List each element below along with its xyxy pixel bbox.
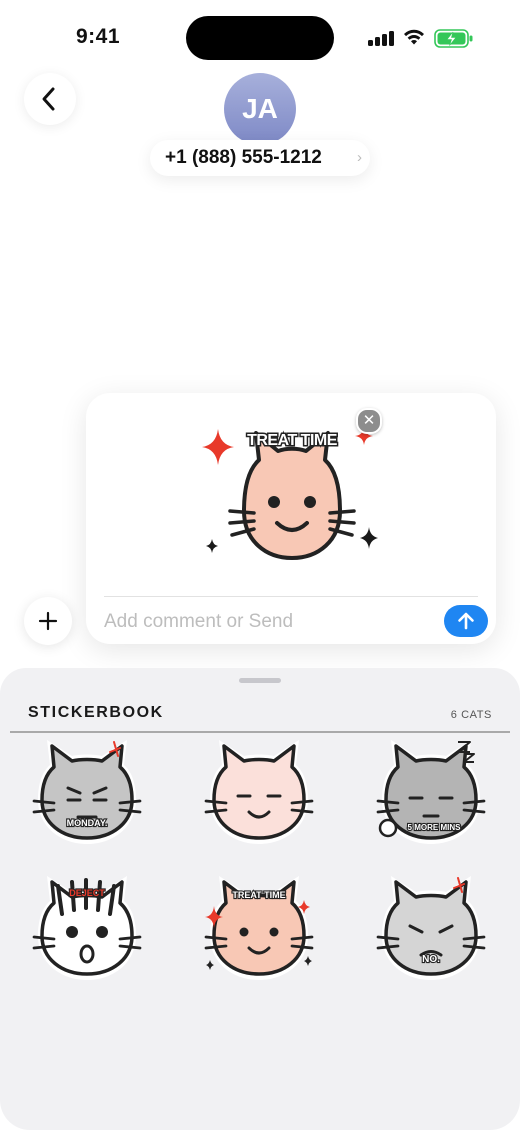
sheet-divider <box>10 731 510 733</box>
sticker-caption: DEJECT <box>69 888 105 898</box>
back-button[interactable] <box>24 73 76 125</box>
sticker-annoyed-cat[interactable]: NO. <box>372 876 492 988</box>
remove-sticker-button[interactable]: ✕ <box>356 408 382 434</box>
sticker-caption: TREAT TIME <box>247 432 338 449</box>
sticker-shocked-cat[interactable]: DEJECT <box>28 876 148 988</box>
sticker-caption: MONDAY. <box>67 818 108 828</box>
compose-card: TREAT TIME ✕ <box>86 393 496 644</box>
sticker-sheet: STICKERBOOK 6 CATS MONDAY. 5 MORE MINS DEJ… <box>0 668 520 1130</box>
close-icon: ✕ <box>362 412 376 429</box>
send-button[interactable] <box>444 605 488 637</box>
plus-icon <box>38 611 58 631</box>
chevron-right-icon: › <box>357 149 362 166</box>
compose-divider <box>104 596 478 597</box>
cat-sticker-icon <box>204 740 314 844</box>
cat-sticker-icon: TREAT TIME <box>204 876 314 980</box>
cat-sticker-icon: 5 MORE MINS <box>376 740 486 844</box>
cat-sticker-icon: NO. <box>376 876 486 980</box>
sparkle-icon <box>360 527 378 549</box>
sticker-grumpy-cat[interactable]: MONDAY. <box>28 740 148 852</box>
message-input[interactable] <box>104 607 424 637</box>
sheet-title: STICKERBOOK <box>28 704 164 721</box>
sticker-happy-cat[interactable]: TREAT TIME <box>200 876 320 988</box>
sticker-content-cat[interactable] <box>200 740 320 852</box>
battery-charging-icon <box>434 29 473 48</box>
add-attachment-button[interactable] <box>24 597 72 645</box>
cat-sticker-icon: MONDAY. <box>32 740 142 844</box>
arrow-up-icon <box>458 612 474 630</box>
status-time: 9:41 <box>76 25 121 48</box>
contact-avatar[interactable]: JA <box>224 73 296 145</box>
dynamic-island <box>186 16 334 60</box>
cellular-signal-icon <box>368 30 395 46</box>
sticker-caption: 5 MORE MINS <box>408 823 462 832</box>
sticker-caption: NO. <box>422 954 440 965</box>
chevron-left-icon <box>42 87 55 111</box>
sheet-grabber[interactable] <box>239 678 281 683</box>
cat-sticker-icon: DEJECT <box>32 876 142 980</box>
sticker-sleepy-cat[interactable]: 5 MORE MINS <box>372 740 492 852</box>
sticker-caption: TREAT TIME <box>232 890 285 900</box>
sparkle-icon <box>206 539 218 553</box>
wifi-icon <box>404 29 424 45</box>
status-bar: 9:41 <box>0 0 520 76</box>
contact-phone-number: +1 (888) 555-1212 <box>165 147 322 168</box>
contact-details-button[interactable]: +1 (888) 555-1212 › <box>150 140 370 176</box>
sparkle-icon <box>202 429 234 465</box>
sticker-count: 6 CATS <box>450 709 492 721</box>
